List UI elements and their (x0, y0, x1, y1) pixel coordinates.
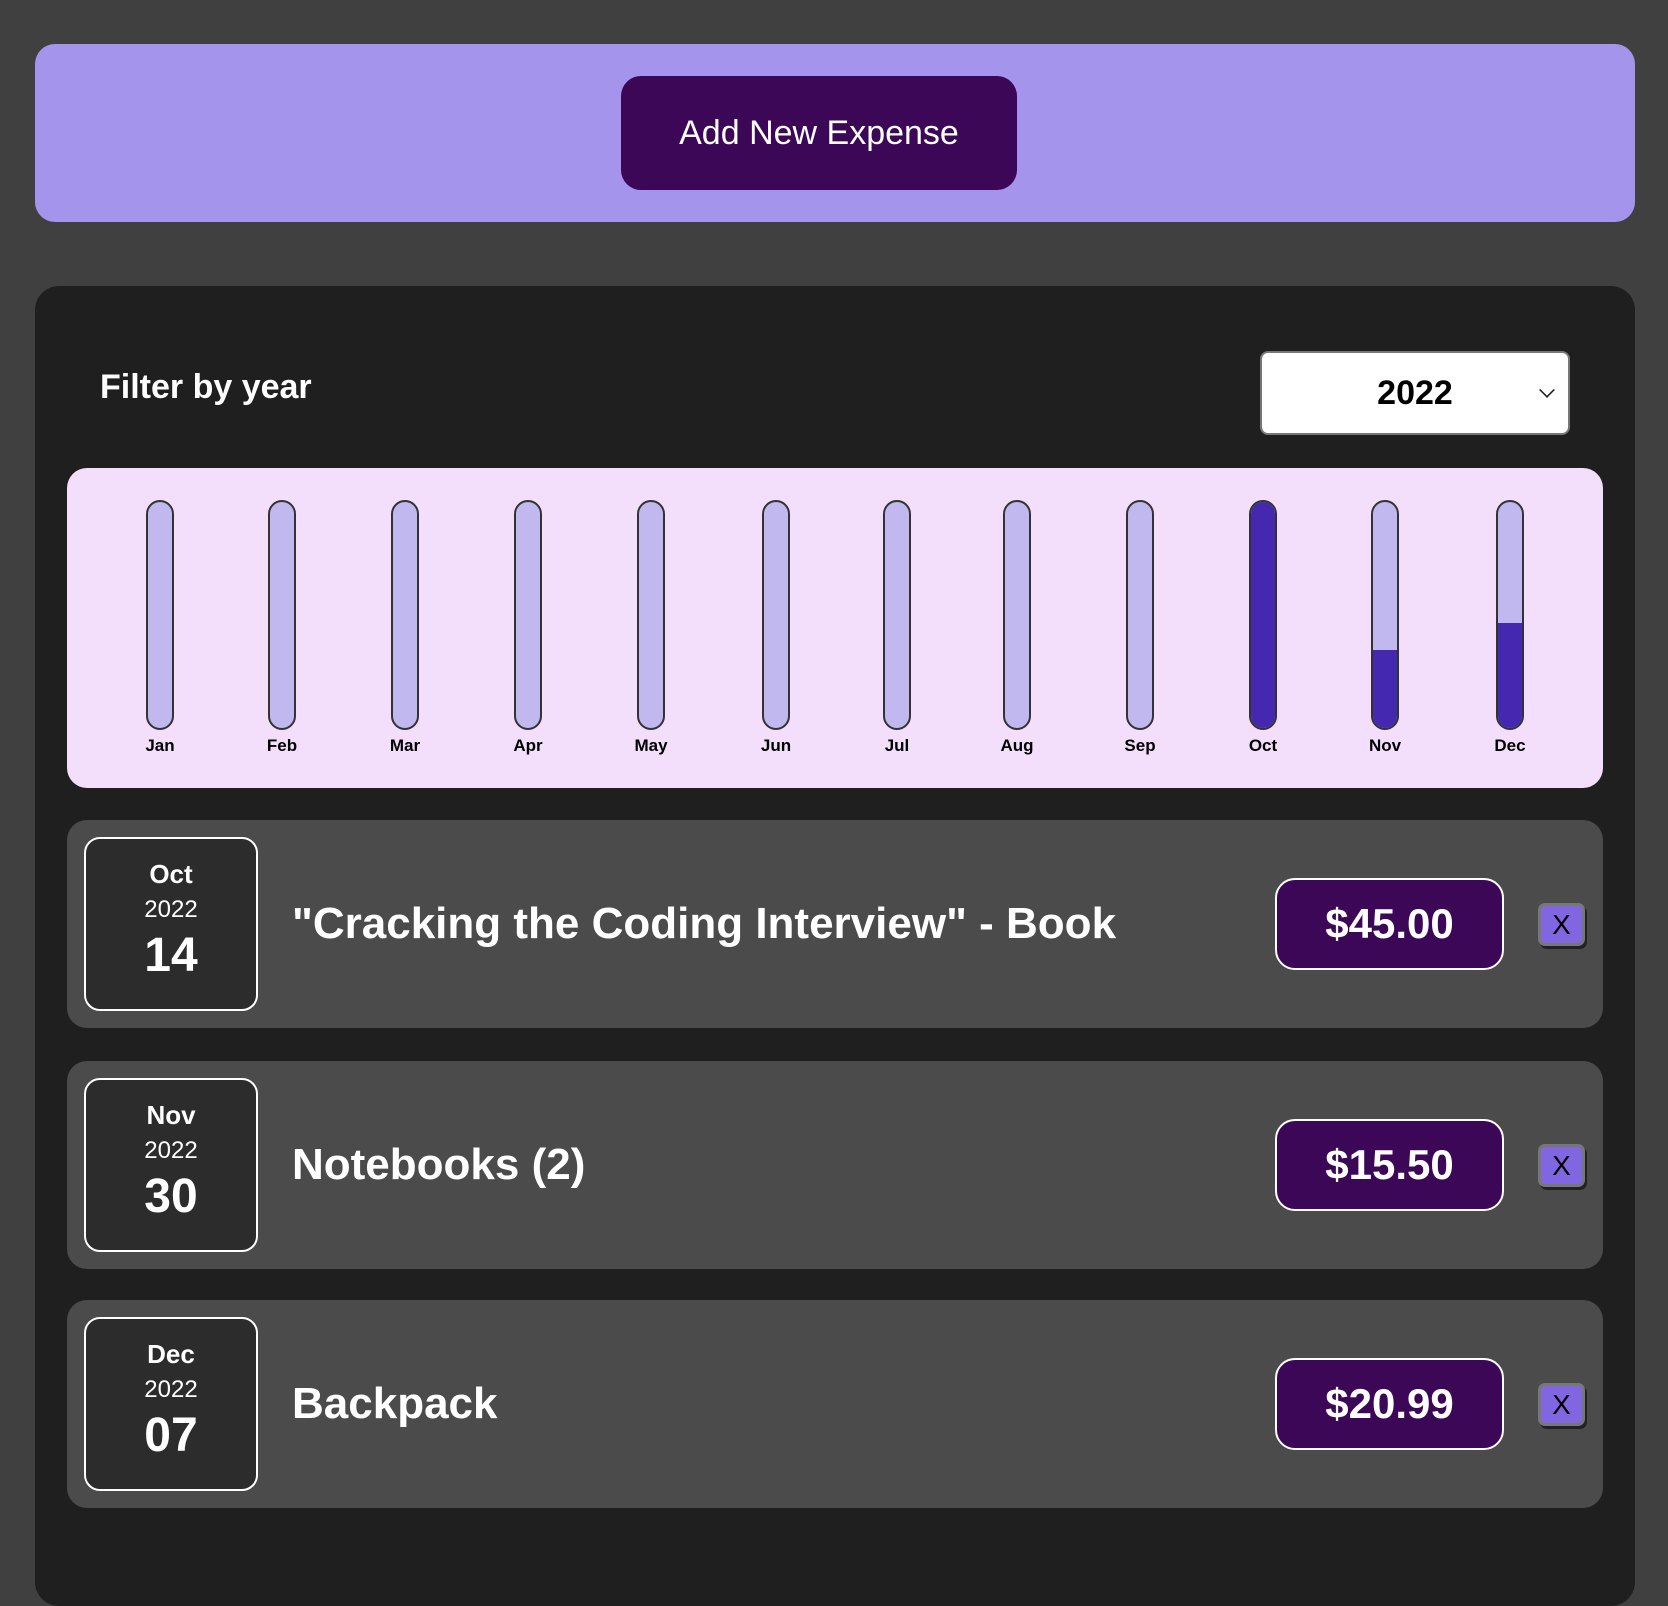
expense-amount: $20.99 (1275, 1358, 1504, 1450)
chart-bar-fill (1498, 622, 1522, 728)
new-expense-panel: Add New Expense (35, 44, 1635, 222)
expense-title: Backpack (292, 1379, 498, 1428)
chart-bar-jun (762, 500, 790, 730)
date-year: 2022 (144, 896, 198, 923)
chart-bar-feb (268, 500, 296, 730)
chart-bar-dec (1496, 500, 1524, 730)
delete-expense-button[interactable]: X (1538, 1383, 1585, 1426)
chart-bar-label: Jun (760, 736, 792, 755)
expense-amount: $15.50 (1275, 1119, 1504, 1211)
date-year: 2022 (144, 1137, 198, 1164)
chart-bar-label: Dec (1494, 736, 1526, 755)
chart-bar-jan (146, 500, 174, 730)
chart-bar-label: Sep (1124, 736, 1156, 755)
chart-bar-fill (1251, 502, 1275, 728)
expense-item: Dec 2022 07 Backpack $20.99 X (67, 1300, 1603, 1508)
chart-bar-label: Jan (145, 736, 175, 755)
chart-bar-may (637, 500, 665, 730)
expenses-panel: Filter by year 2022 Jan Feb Mar Apr May Jun Ju… (35, 286, 1635, 1606)
expense-title: Notebooks (2) (292, 1140, 586, 1189)
chart-bar-apr (514, 500, 542, 730)
delete-expense-button[interactable]: X (1538, 903, 1585, 946)
chart-bar-fill (1373, 650, 1397, 728)
chart-bar-aug (1003, 500, 1031, 730)
expense-date: Dec 2022 07 (84, 1317, 258, 1491)
chart-bar-label: Jul (884, 736, 910, 755)
chart-bar-label: May (634, 736, 668, 755)
date-day: 30 (144, 1170, 198, 1223)
chart-bar-nov (1371, 500, 1399, 730)
chart-bar-label: Apr (513, 736, 543, 755)
expense-item: Nov 2022 30 Notebooks (2) $15.50 X (67, 1061, 1603, 1269)
chart-bar-oct (1249, 500, 1277, 730)
chart-bar-mar (391, 500, 419, 730)
year-select-value: 2022 (1377, 373, 1453, 412)
chart-bar-label: Feb (266, 736, 298, 755)
expense-item: Oct 2022 14 "Cracking the Coding Intervi… (67, 820, 1603, 1028)
chart-bar-label: Aug (1000, 736, 1034, 755)
expense-title: "Cracking the Coding Interview" - Book (292, 899, 1117, 948)
date-month: Dec (147, 1339, 195, 1369)
date-year: 2022 (144, 1376, 198, 1403)
expense-date: Oct 2022 14 (84, 837, 258, 1011)
year-select[interactable]: 2022 (1260, 351, 1570, 435)
date-month: Oct (149, 859, 193, 889)
chart-bar-label: Oct (1248, 736, 1278, 755)
delete-expense-button[interactable]: X (1538, 1144, 1585, 1187)
expense-date: Nov 2022 30 (84, 1078, 258, 1252)
chart-bar-label: Mar (389, 736, 421, 755)
date-day: 07 (144, 1409, 198, 1462)
chart-bar-jul (883, 500, 911, 730)
chevron-down-icon (1539, 382, 1555, 398)
expense-amount: $45.00 (1275, 878, 1504, 970)
filter-label: Filter by year (100, 368, 312, 406)
monthly-expenses-chart: Jan Feb Mar Apr May Jun Jul Aug Sep Oct Nov Dec (67, 468, 1603, 788)
add-new-expense-button[interactable]: Add New Expense (621, 76, 1017, 190)
date-month: Nov (146, 1100, 196, 1130)
date-day: 14 (144, 929, 198, 982)
chart-bar-sep (1126, 500, 1154, 730)
chart-bar-label: Nov (1368, 736, 1402, 755)
